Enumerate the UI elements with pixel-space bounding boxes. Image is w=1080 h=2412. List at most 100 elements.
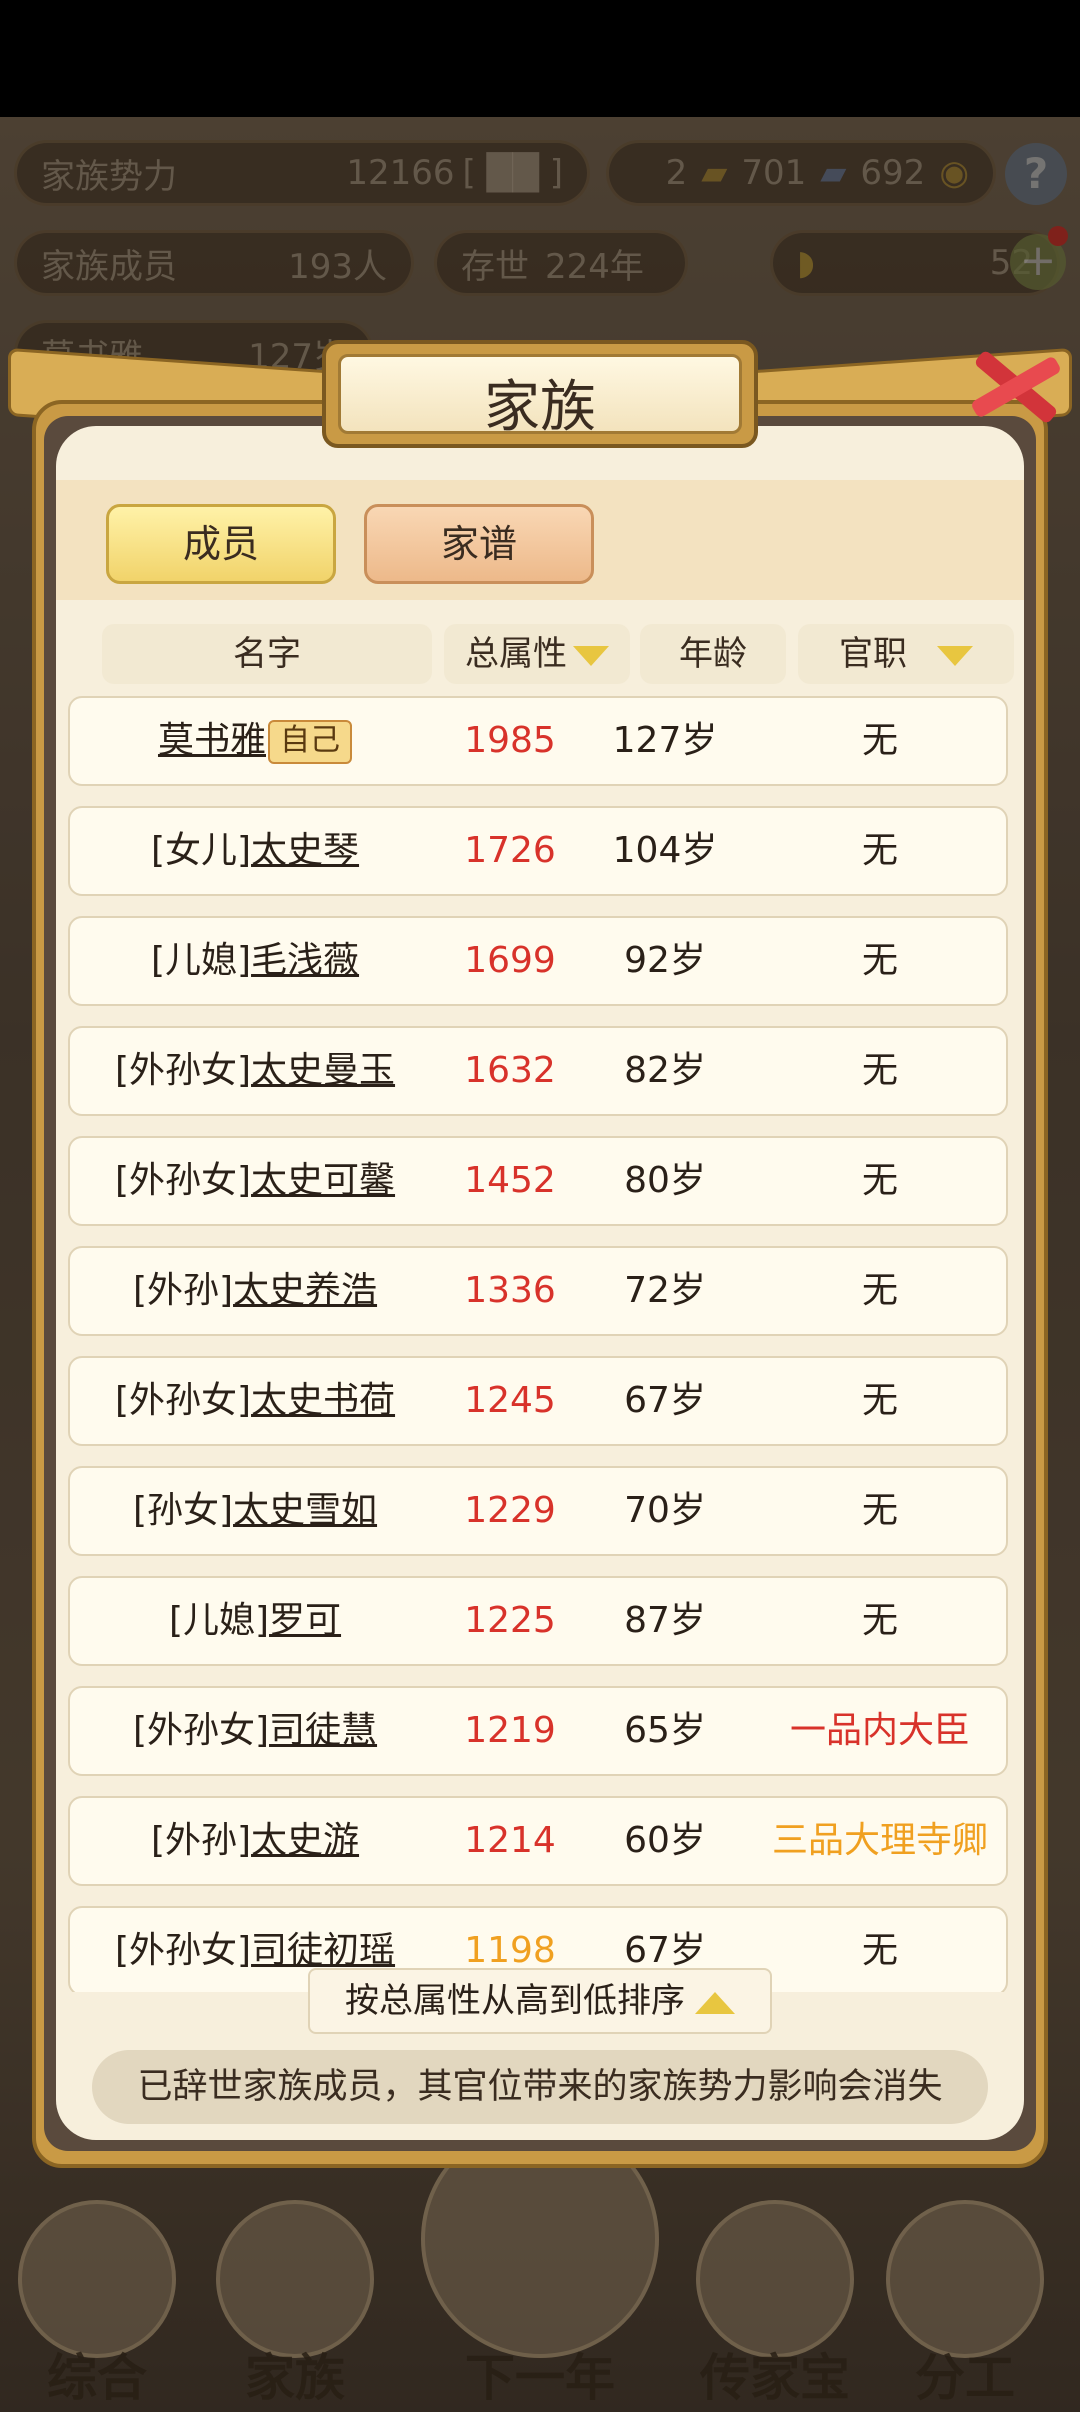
member-age: 70岁 [624,1490,706,1531]
member-name-cell: [儿媳]罗可 [70,1578,440,1664]
member-row[interactable]: [外孙女]司徒慧 1219 65岁 一品内大臣 [68,1686,1008,1776]
member-attr: 1726 [464,830,556,871]
self-badge: 自己 [268,720,352,764]
nav-next-year[interactable]: 下一年 [410,2120,670,2412]
member-post: 三品大理寺卿 [771,1820,988,1861]
member-name-cell: [外孙女]太史曼玉 [70,1028,440,1114]
header-post-label: 官职 [839,634,907,674]
header-attr-label: 总属性 [465,634,567,674]
tab-bar: 成员 家谱 [56,480,1024,600]
column-header-name: 名字 [102,624,432,684]
member-age: 60岁 [624,1820,706,1861]
member-post: 无 [861,1380,898,1421]
member-name-link[interactable]: 太史曼玉 [251,1050,395,1091]
member-name-link[interactable]: 太史雪如 [233,1490,377,1531]
member-attr: 1336 [464,1270,556,1311]
member-age: 82岁 [624,1050,706,1091]
nav-heirloom-label: 传家宝 [700,2349,850,2407]
member-name-cell: 莫书雅 自己 [70,698,440,784]
member-row[interactable]: [外孙]太史养浩 1336 72岁 无 [68,1246,1008,1336]
tab-genealogy[interactable]: 家谱 [364,504,594,584]
member-post: 无 [861,1600,898,1641]
member-attr: 1229 [464,1490,556,1531]
member-row[interactable]: [女儿]太史琴 1726 104岁 无 [68,806,1008,896]
title-plaque: 家族 [322,340,758,448]
member-age: 80岁 [624,1160,706,1201]
dialog-title: 家族 [484,375,596,440]
member-post: 无 [861,720,898,761]
member-attr: 1632 [464,1050,556,1091]
status-bar [0,0,1080,117]
member-attr: 1245 [464,1380,556,1421]
member-name-link[interactable]: 莫书雅 [158,720,266,761]
member-name-link[interactable]: 太史游 [251,1820,359,1861]
member-name-cell: [外孙]太史养浩 [70,1248,440,1334]
family-dialog: 家族 成员 家谱 名字 总属性 年龄 官职 莫书雅 自己 1985 127岁无 [女儿]… [8,340,1072,2175]
sort-up-icon [695,1991,735,2014]
notice-text: 已辞世家族成员，其官位带来的家族势力影响会消失 [92,2050,988,2124]
column-header-age[interactable]: 年龄 [640,624,786,684]
nav-heirloom[interactable]: 传家宝 [690,2200,860,2412]
member-relation: [儿媳] [168,1600,270,1641]
member-row[interactable]: [儿媳]罗可 1225 87岁 无 [68,1576,1008,1666]
member-relation: [外孙女] [114,1160,252,1201]
member-row[interactable]: [外孙]太史游 1214 60岁 三品大理寺卿 [68,1796,1008,1886]
member-relation: [外孙] [150,1820,252,1861]
member-list[interactable]: 莫书雅 自己 1985 127岁无 [女儿]太史琴 1726 104岁无 [儿媳]毛浅薇 169… [68,696,1012,1992]
member-row[interactable]: [外孙女]太史可馨 1452 80岁 无 [68,1136,1008,1226]
filter-triangle-icon [937,645,973,666]
nav-assignment[interactable]: 分工 [880,2200,1050,2412]
sort-button[interactable]: 按总属性从高到低排序 [308,1968,772,2034]
heirloom-icon [696,2200,854,2358]
member-post: 无 [861,1490,898,1531]
member-attr: 1699 [464,940,556,981]
nav-family[interactable]: 家族 [210,2200,380,2412]
sort-triangle-icon [573,645,609,666]
member-post: 无 [861,1930,898,1971]
member-post: 一品内大臣 [789,1710,970,1751]
nav-next-year-label: 下一年 [465,2349,615,2407]
member-name-link[interactable]: 太史书荷 [251,1380,395,1421]
member-name-link[interactable]: 太史养浩 [233,1270,377,1311]
member-attr: 1219 [464,1710,556,1751]
close-icon[interactable] [962,330,1072,440]
member-row[interactable]: [儿媳]毛浅薇 1699 92岁 无 [68,916,1008,1006]
member-name-link[interactable]: 司徒慧 [269,1710,377,1751]
member-attr: 1452 [464,1160,556,1201]
member-post: 无 [861,830,898,871]
house-icon [216,2200,374,2358]
member-relation: [外孙女] [114,1930,252,1971]
member-age: 87岁 [624,1600,706,1641]
member-relation: [外孙] [132,1270,234,1311]
member-row[interactable]: [孙女]太史雪如 1229 70岁 无 [68,1466,1008,1556]
tab-members[interactable]: 成员 [106,504,336,584]
member-attr: 1985 [464,720,556,761]
member-relation: [女儿] [150,830,252,871]
member-post: 无 [861,940,898,981]
member-age: 127岁 [612,720,718,761]
member-relation: [外孙女] [114,1050,252,1091]
column-header-attr[interactable]: 总属性 [444,624,630,684]
sort-label: 按总属性从高到低排序 [345,1981,685,2021]
member-age: 65岁 [624,1710,706,1751]
member-name-link[interactable]: 毛浅薇 [251,940,359,981]
column-header-post[interactable]: 官职 [798,624,1014,684]
nav-overview[interactable]: 综合 [12,2200,182,2412]
member-attr: 1214 [464,1820,556,1861]
member-name-link[interactable]: 司徒初瑶 [251,1930,395,1971]
member-name-cell: [孙女]太史雪如 [70,1468,440,1554]
header-name-label: 名字 [233,634,301,674]
member-name-cell: [女儿]太史琴 [70,808,440,894]
member-name-link[interactable]: 太史琴 [251,830,359,871]
member-row[interactable]: [外孙女]太史书荷 1245 67岁 无 [68,1356,1008,1446]
member-name-link[interactable]: 罗可 [269,1600,341,1641]
header-age-label: 年龄 [679,634,747,674]
member-name-cell: [外孙]太史游 [70,1798,440,1884]
member-age: 92岁 [624,940,706,981]
member-row[interactable]: [外孙女]太史曼玉 1632 82岁 无 [68,1026,1008,1116]
member-name-cell: [儿媳]毛浅薇 [70,918,440,1004]
member-row[interactable]: 莫书雅 自己 1985 127岁 无 [68,696,1008,786]
member-relation: [孙女] [132,1490,234,1531]
member-post: 无 [861,1050,898,1091]
member-name-link[interactable]: 太史可馨 [251,1160,395,1201]
